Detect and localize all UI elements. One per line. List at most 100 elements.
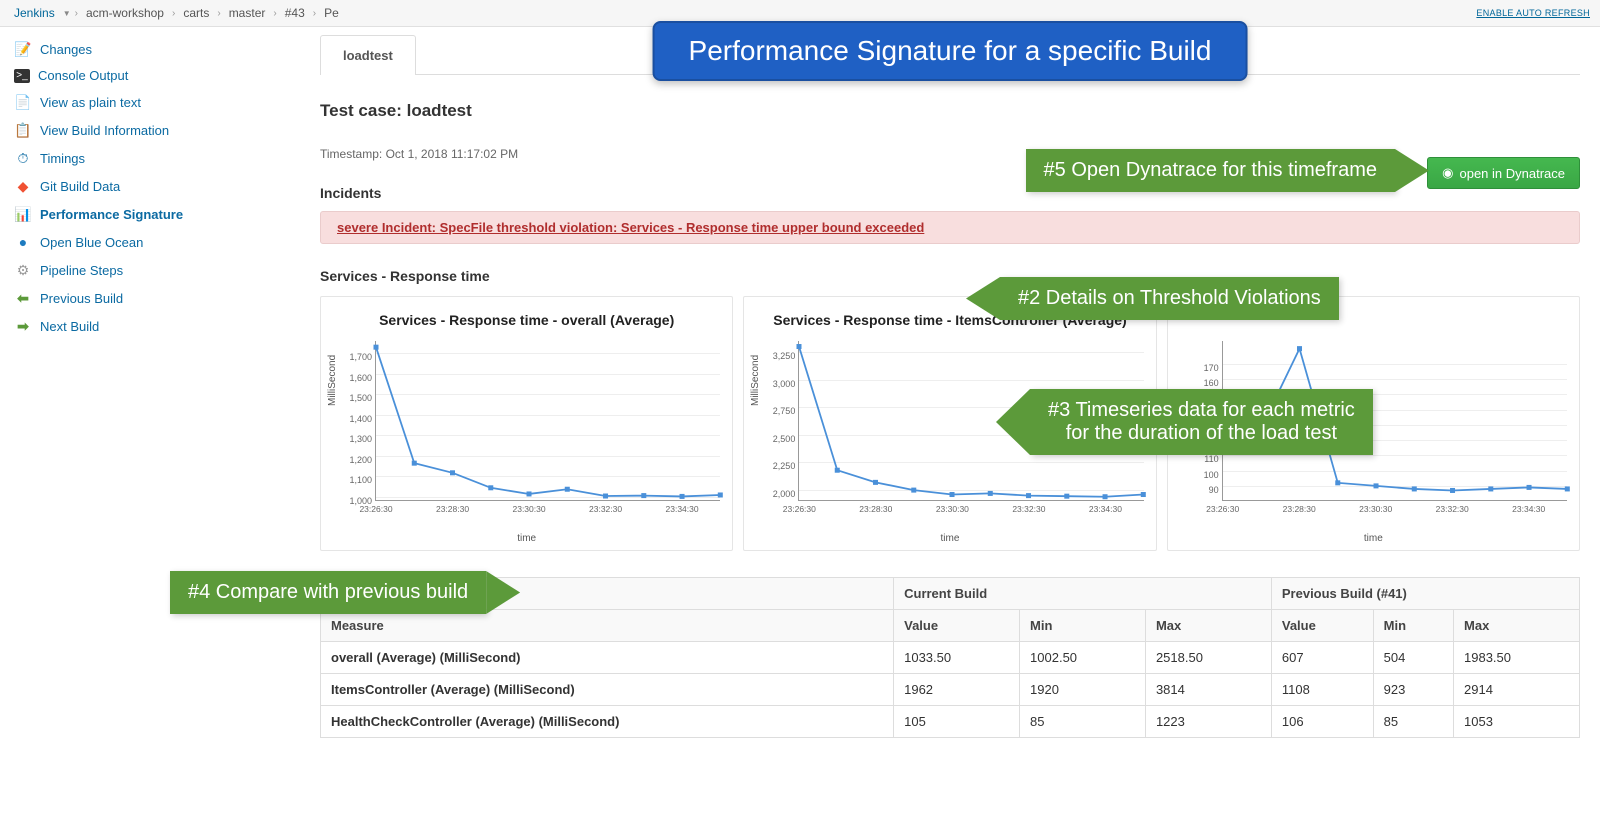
open-dynatrace-label: open in Dynatrace [1459,166,1565,181]
table-cell: 1920 [1020,674,1146,706]
tab-loadtest[interactable]: loadtest [320,35,416,75]
th-max: Max [1454,610,1580,642]
arrow-left-icon: ⬅ [14,289,32,307]
th-min: Min [1020,610,1146,642]
open-dynatrace-button[interactable]: ◉ open in Dynatrace [1427,157,1580,189]
dropdown-caret-icon[interactable]: ▼ [63,9,71,18]
table-cell: ItemsController (Average) (MilliSecond) [321,674,894,706]
table-cell: 1002.50 [1020,642,1146,674]
chevron-icon: › [75,8,78,19]
sidebar-label: View Build Information [40,123,169,138]
chevron-icon: › [172,8,175,19]
table-cell: 504 [1373,642,1453,674]
th-measure: Measure [321,610,894,642]
sidebar-item-pipeline[interactable]: ⚙ Pipeline Steps [0,256,300,284]
breadcrumb-items: Jenkins ▼ › acm-workshop › carts › maste… [10,4,343,22]
table-row: ItemsController (Average) (MilliSecond)1… [321,674,1580,706]
dynatrace-icon: ◉ [1442,165,1453,181]
chart-overall: Services - Response time - overall (Aver… [320,296,733,551]
annotation-3: #3 Timeseries data for each metric for t… [1030,389,1373,455]
sidebar-item-plaintext[interactable]: 📄 View as plain text [0,88,300,116]
sidebar-item-prevbuild[interactable]: ⬅ Previous Build [0,284,300,312]
breadcrumb-master[interactable]: master [225,4,270,22]
th-max: Max [1145,610,1271,642]
table-cell: 2914 [1454,674,1580,706]
chevron-icon: › [217,8,220,19]
table-cell: 85 [1020,706,1146,738]
th-value: Value [1271,610,1373,642]
chevron-icon: › [273,8,276,19]
table-cell: HealthCheckController (Average) (MilliSe… [321,706,894,738]
comparison-table: Current Build Previous Build (#41) Measu… [320,577,1580,738]
annotation-4: #4 Compare with previous build [170,571,486,614]
table-cell: 1962 [894,674,1020,706]
th-previous-group: Previous Build (#41) [1271,578,1579,610]
sidebar-label: Open Blue Ocean [40,235,143,250]
clock-icon: ⏱ [14,149,32,167]
incident-link[interactable]: severe Incident: SpecFile threshold viol… [337,220,924,235]
testcase-heading: Test case: loadtest [320,101,1580,121]
sidebar-label: View as plain text [40,95,141,110]
table-body: overall (Average) (MilliSecond)1033.5010… [321,642,1580,738]
breadcrumb-carts[interactable]: carts [179,4,213,22]
table-cell: 607 [1271,642,1373,674]
sidebar-label: Next Build [40,319,99,334]
sidebar-label: Console Output [38,68,128,83]
charts-row: Services - Response time - overall (Aver… [320,296,1580,551]
sidebar: 📝 Changes >_ Console Output 📄 View as plain… [0,27,300,768]
table-cell: 106 [1271,706,1373,738]
annotation-2: #2 Details on Threshold Violations [1000,277,1339,320]
sidebar-label: Changes [40,42,92,57]
chart-xlabel: time [327,533,726,544]
sidebar-label: Git Build Data [40,179,120,194]
table-row: overall (Average) (MilliSecond)1033.5010… [321,642,1580,674]
main-content: Performance Signature for a specific Bui… [300,27,1600,768]
gear-icon: ⚙ [14,261,32,279]
blueocean-icon: ● [14,233,32,251]
sidebar-item-changes[interactable]: 📝 Changes [0,35,300,63]
table-cell: 1053 [1454,706,1580,738]
sidebar-item-console[interactable]: >_ Console Output [0,63,300,88]
table-cell: 3814 [1145,674,1271,706]
chart-plot-area: 1,0001,1001,2001,3001,4001,5001,6001,700… [375,341,720,501]
git-icon: ◆ [14,177,32,195]
chart-xlabel: time [750,533,1149,544]
table-cell: 1033.50 [894,642,1020,674]
th-value: Value [894,610,1020,642]
sidebar-item-nextbuild[interactable]: ➡ Next Build [0,312,300,340]
table-cell: overall (Average) (MilliSecond) [321,642,894,674]
sidebar-item-perfsig[interactable]: 📊 Performance Signature [0,200,300,228]
annotation-5: #5 Open Dynatrace for this timeframe [1026,149,1395,192]
arrow-right-icon: ➡ [14,317,32,335]
document-icon: 📄 [14,93,32,111]
th-min: Min [1373,610,1453,642]
table-cell: 923 [1373,674,1453,706]
metric-heading: Services - Response time [320,268,1580,284]
console-icon: >_ [14,69,30,83]
sidebar-label: Performance Signature [40,207,183,222]
chart-title: Services - Response time - overall (Aver… [327,303,726,337]
table-row: HealthCheckController (Average) (MilliSe… [321,706,1580,738]
breadcrumb-build[interactable]: #43 [281,4,309,22]
table-cell: 1983.50 [1454,642,1580,674]
table-cell: 85 [1373,706,1453,738]
sidebar-item-timings[interactable]: ⏱ Timings [0,144,300,172]
chart-icon: 📊 [14,205,32,223]
annotation-banner: Performance Signature for a specific Bui… [653,21,1248,81]
breadcrumb-workshop[interactable]: acm-workshop [82,4,168,22]
enable-auto-refresh-link[interactable]: ENABLE AUTO REFRESH [1476,8,1590,18]
sidebar-label: Pipeline Steps [40,263,123,278]
table-cell: 2518.50 [1145,642,1271,674]
sidebar-label: Timings [40,151,85,166]
table-cell: 1108 [1271,674,1373,706]
breadcrumb-page[interactable]: Pe [320,4,343,22]
changes-icon: 📝 [14,40,32,58]
th-current-group: Current Build [894,578,1272,610]
table-cell: 105 [894,706,1020,738]
breadcrumb-jenkins[interactable]: Jenkins [10,4,59,22]
sidebar-item-buildinfo[interactable]: 📋View Build Information [0,116,300,144]
sidebar-item-gitdata[interactable]: ◆ Git Build Data [0,172,300,200]
sidebar-item-blueocean[interactable]: ● Open Blue Ocean [0,228,300,256]
table-cell: 1223 [1145,706,1271,738]
sidebar-label: Previous Build [40,291,123,306]
